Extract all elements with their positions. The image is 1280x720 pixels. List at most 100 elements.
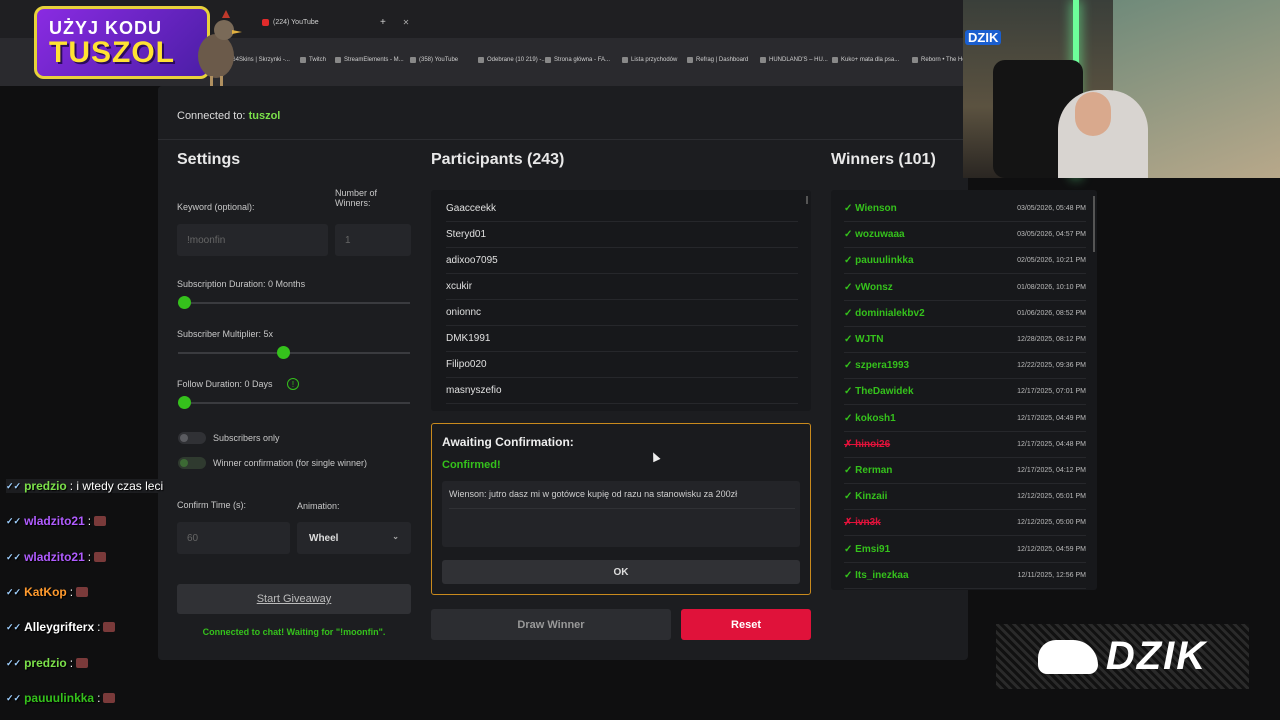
winner-name: ✓ Kinzaii	[844, 491, 888, 503]
winner-row[interactable]: ✓ Kinzaii 12/12/2025, 05:01 PM	[844, 484, 1086, 511]
keyword-input[interactable]: !moonfin	[177, 224, 328, 256]
bookmark-icon	[832, 57, 838, 63]
chat-text: :	[97, 691, 101, 705]
chat-username: Alleygrifterx	[24, 620, 95, 634]
browser-tab-youtube[interactable]: (224) YouTube ✕	[262, 12, 409, 32]
winner-row[interactable]: ✗ ivn3k 12/12/2025, 05:00 PM	[844, 510, 1086, 537]
winner-date: 12/17/2025, 04:48 PM	[1017, 440, 1086, 448]
chat-text: : i wtedy czas leci	[69, 479, 164, 493]
confirm-time-input[interactable]: 60	[177, 522, 290, 554]
chat-badge-icon: ✓✓	[6, 621, 22, 632]
participant-row[interactable]: masnyszefio	[446, 378, 798, 404]
winner-date: 12/28/2025, 08:12 PM	[1017, 336, 1086, 343]
bookmark-item[interactable]: Kuko+ mata dla psa...	[832, 57, 899, 63]
subscribers-only-toggle[interactable]	[178, 432, 206, 444]
winners-count-input[interactable]: 1	[335, 224, 411, 256]
follow-duration-label: Follow Duration: 0 Days	[177, 379, 273, 389]
winner-name: ✗ ivn3k	[844, 517, 881, 529]
new-tab-button[interactable]: +	[380, 12, 386, 32]
emote-icon	[76, 587, 89, 597]
animation-select[interactable]: Wheel ⌄	[297, 522, 411, 554]
rooster-mascot-icon	[198, 10, 242, 90]
bookmark-icon	[760, 57, 766, 63]
winner-row[interactable]: ✓ TheDawidek 12/17/2025, 07:01 PM	[844, 379, 1086, 406]
winner-row[interactable]: ✓ Rerman 12/17/2025, 04:12 PM	[844, 458, 1086, 484]
winner-name: ✗ hinoi26	[844, 438, 891, 450]
confirm-time-label: Confirm Time (s):	[177, 500, 247, 510]
winner-name: ✓ Its_inezkaa	[844, 569, 909, 581]
draw-winner-button[interactable]: Draw Winner	[431, 609, 671, 640]
ok-button[interactable]: OK	[442, 560, 800, 584]
participant-row[interactable]: adixoo7095	[446, 248, 798, 274]
winner-row[interactable]: ✓ Emsi91 12/12/2025, 04:59 PM	[844, 537, 1086, 563]
bookmark-item[interactable]: Strona główna - FA...	[545, 57, 610, 63]
winner-name: ✓ pauuulinkka	[844, 255, 914, 267]
chat-username: wladzito21	[24, 514, 85, 528]
bookmark-icon	[687, 57, 693, 63]
winner-name: ✓ WJTN	[844, 334, 884, 345]
winner-name: ✓ vWonsz	[844, 281, 893, 293]
participant-row[interactable]: xcukir	[446, 274, 798, 300]
winner-date: 12/22/2025, 09:36 PM	[1017, 362, 1086, 370]
chat-badge-icon: ✓✓	[6, 515, 22, 526]
winner-date: 12/12/2025, 05:01 PM	[1017, 493, 1086, 501]
winner-row[interactable]: ✓ WJTN 12/28/2025, 08:12 PM	[844, 327, 1086, 353]
bookmark-item[interactable]: (358) YouTube	[410, 57, 458, 63]
winner-row[interactable]: ✓ dominialekbv2 01/06/2026, 08:52 PM	[844, 301, 1086, 327]
winner-date: 12/12/2025, 05:00 PM	[1017, 519, 1086, 527]
subscription-duration-slider[interactable]	[178, 302, 410, 304]
info-icon[interactable]: !	[287, 378, 299, 390]
winners-scrollbar[interactable]	[1093, 196, 1095, 252]
participant-row[interactable]: Steryd01	[446, 222, 798, 248]
participant-row[interactable]: DMK1991	[446, 326, 798, 352]
bookmark-item[interactable]: Odebrane (10 219) -...	[478, 57, 546, 63]
channel-name: tuszol	[248, 110, 281, 122]
winner-row[interactable]: ✓ pauuulinkka 02/05/2026, 10:21 PM	[844, 248, 1086, 275]
participant-row[interactable]: Filipo020	[446, 352, 798, 378]
winners-title: Winners (101)	[831, 151, 936, 168]
start-giveaway-button[interactable]: Start Giveaway	[177, 584, 411, 614]
winner-confirmation-toggle[interactable]	[178, 457, 206, 469]
subscriber-multiplier-slider[interactable]	[178, 352, 410, 354]
reset-button[interactable]: Reset	[681, 609, 811, 640]
bookmark-item[interactable]: HUNDLAND'S – HU...	[760, 57, 828, 63]
winner-row[interactable]: ✓ wozuwaaa 03/05/2026, 04:57 PM	[844, 222, 1086, 249]
winner-row[interactable]: ✓ Wienson 03/05/2026, 05:48 PM	[844, 196, 1086, 222]
winner-name: ✓ Wienson	[844, 203, 897, 214]
webcam-logo: DZIK	[965, 30, 1002, 45]
webcam-overlay: DZIK	[963, 0, 1280, 178]
winner-row[interactable]: ✓ Its_inezkaa 12/11/2025, 12:56 PM	[844, 563, 1086, 589]
participant-row[interactable]: Gaacceekk	[446, 196, 798, 222]
follow-duration-handle[interactable]	[178, 396, 191, 409]
subscriber-multiplier-handle[interactable]	[276, 346, 290, 359]
participant-row[interactable]: onionnc	[446, 300, 798, 326]
close-tab-icon[interactable]: ✕	[403, 18, 410, 27]
bookmark-item[interactable]: Twitch	[300, 57, 326, 63]
winner-date: 12/12/2025, 04:59 PM	[1017, 545, 1086, 553]
participants-scrollbar[interactable]	[806, 196, 808, 204]
chat-text: :	[87, 550, 92, 564]
winner-row[interactable]: ✗ hinoi26 12/17/2025, 04:48 PM	[844, 432, 1086, 458]
winners-count-label: Number of Winners:	[335, 188, 378, 208]
bookmark-item[interactable]: Refrag | Dashboard	[687, 57, 748, 63]
emote-icon	[103, 622, 116, 632]
bookmark-icon	[912, 57, 918, 63]
subscription-duration-handle[interactable]	[178, 296, 191, 309]
chat-message: ✓✓ pauuulinkka:	[6, 691, 116, 705]
boar-icon	[1037, 639, 1098, 674]
chat-username: predzio	[24, 479, 67, 493]
follow-duration-slider[interactable]	[178, 402, 410, 404]
bookmark-item[interactable]: StreamElements - M...	[335, 57, 404, 63]
winner-row[interactable]: ✓ szpera1993 12/22/2025, 09:36 PM	[844, 353, 1086, 380]
winner-row[interactable]: ✓ kokosh1 12/17/2025, 04:49 PM	[844, 406, 1086, 432]
subscription-duration-label: Subscription Duration: 0 Months	[177, 279, 306, 289]
bookmark-item[interactable]: Lista przychodów	[622, 57, 677, 63]
winner-name: ✓ wozuwaaa	[844, 229, 905, 241]
winner-name: ✓ kokosh1	[844, 412, 896, 424]
winner-name: ✓ TheDawidek	[844, 386, 914, 398]
winner-name: ✓ dominialekbv2	[844, 307, 925, 319]
winner-row[interactable]: ✓ vWonsz 01/08/2026, 10:10 PM	[844, 275, 1086, 301]
bookmark-item[interactable]: Reborn • The Ho	[912, 57, 966, 63]
animation-label: Animation:	[297, 501, 340, 511]
chat-badge-icon: ✓✓	[6, 657, 22, 668]
